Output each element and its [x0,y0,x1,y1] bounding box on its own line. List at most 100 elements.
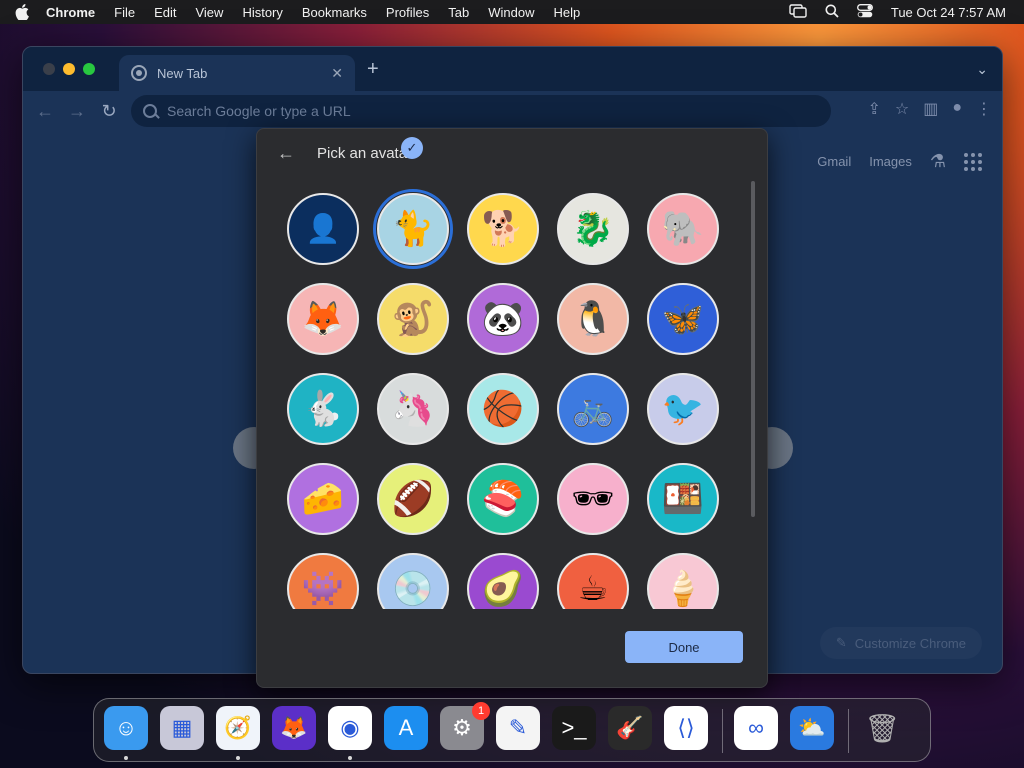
avatar-option-cappuccino[interactable]: ☕ [557,553,629,609]
avatar-option-bird[interactable]: 🐦 [647,373,719,445]
avatar-option-corgi[interactable]: 🐕 [467,193,539,265]
fox-icon: 🦊 [301,300,345,338]
ice-cream-icon: 🍦 [661,570,705,608]
bird-icon: 🐦 [661,390,705,428]
avatar-option-bicycle[interactable]: 🚲 [557,373,629,445]
avatar-grid: 👤 🐈 🐕 🐉 🐘 🦊 🐒 🐼 🐧 🦋 🐇 🦄 🏀 🚲 🐦 🧀 🏈 🍣 🕶 🍱 👾 💿 🥑 ☕ 🍦 [281,185,743,609]
window-minimize-button[interactable] [63,63,75,75]
panda-icon: 🐼 [481,300,525,338]
avatar-option-butterfly[interactable]: 🦋 [647,283,719,355]
window-close-button[interactable] [43,63,55,75]
dragon-icon: 🐉 [571,210,615,248]
penguin-icon: 🐧 [571,300,615,338]
forward-arrow-icon[interactable]: → [65,99,89,123]
avatar-option-avocado[interactable]: 🥑 [467,553,539,609]
tab-strip: New Tab ✕ + ⌄ [23,47,1002,91]
done-button[interactable]: Done [625,631,743,663]
ntp-header-links: Gmail Images ⚗ [817,151,982,172]
labs-flask-icon[interactable]: ⚗ [930,151,946,172]
omnibox[interactable]: Search Google or type a URL [131,95,831,127]
avatar-option-sunglasses[interactable]: 🕶 [557,463,629,535]
garageband-icon[interactable]: 🎸 [608,706,652,750]
bookmark-star-icon[interactable]: ☆ [895,99,909,119]
visual-studio-icon[interactable]: ∞ [734,706,778,750]
avatar-option-unicorn[interactable]: 🦄 [377,373,449,445]
weather-icon[interactable]: ⛅ [790,706,834,750]
app-store-icon[interactable]: A [384,706,428,750]
avatar-option-panda[interactable]: 🐼 [467,283,539,355]
generic-person-icon: 👤 [305,213,341,244]
more-menu-icon[interactable]: ⋮ [976,99,992,119]
avatar-option-dragon[interactable]: 🐉 [557,193,629,265]
avatar-option-monkey[interactable]: 🐒 [377,283,449,355]
running-indicator [236,756,240,760]
menu-app-name[interactable]: Chrome [46,5,95,20]
spotlight-search-icon[interactable] [825,4,839,21]
back-arrow-icon[interactable]: ← [277,143,295,164]
dock: ☺ ▦ 🧭 🦊 ◉ A ⚙ 1 ✎ >_ 🎸 ⟨⟩ ∞ ⛅ 🗑 [93,698,931,762]
menu-help[interactable]: Help [554,5,581,20]
menu-history[interactable]: History [242,5,282,20]
pencil-icon: ✎ [835,635,847,650]
rabbit-icon: 🐇 [301,390,345,428]
butterfly-icon: 🦋 [661,300,705,338]
avatar-option-sushi-roll[interactable]: 🍱 [647,463,719,535]
share-icon[interactable]: ⇪ [867,99,880,119]
control-center-icon[interactable] [856,3,873,21]
menu-profiles[interactable]: Profiles [386,5,429,20]
vscode-icon[interactable]: ⟨⟩ [664,706,708,750]
menu-tab[interactable]: Tab [448,5,469,20]
gmail-link[interactable]: Gmail [817,154,851,169]
siamese-cat-icon: 🐈 [391,210,435,248]
menu-view[interactable]: View [195,5,223,20]
firefox-icon[interactable]: 🦊 [272,706,316,750]
menu-clock[interactable]: Tue Oct 24 7:57 AM [891,5,1006,20]
tab-search-chevron-icon[interactable]: ⌄ [976,61,988,78]
google-apps-icon[interactable] [964,152,982,171]
textedit-icon[interactable]: ✎ [496,706,540,750]
launchpad-icon[interactable]: ▦ [160,706,204,750]
menu-window[interactable]: Window [488,5,534,20]
back-arrow-icon[interactable]: ← [33,99,57,123]
menu-file[interactable]: File [114,5,135,20]
new-tab-icon[interactable]: + [367,59,379,79]
profile-icon[interactable]: ● [952,99,962,119]
customize-chrome-button[interactable]: ✎ Customize Chrome [819,627,982,659]
trash-icon[interactable]: 🗑 [860,706,904,750]
avatar-option-penguin[interactable]: 🐧 [557,283,629,355]
window-zoom-button[interactable] [83,63,95,75]
avatar-option-game-device[interactable]: 👾 [287,553,359,609]
apple-icon[interactable] [12,0,32,24]
avatar-option-elephant[interactable]: 🐘 [647,193,719,265]
chrome-icon[interactable]: ◉ [328,706,372,750]
side-panel-icon[interactable]: ▥ [923,99,938,119]
vinyl-record-icon: 💿 [391,570,435,608]
dock-separator [848,709,849,753]
avatar-option-generic-person[interactable]: 👤 [287,193,359,265]
avocado-icon: 🥑 [481,570,525,608]
images-link[interactable]: Images [869,154,912,169]
avatar-option-basketball[interactable]: 🏀 [467,373,539,445]
cappuccino-icon: ☕ [577,570,609,608]
dialog-title: Pick an avatar [317,145,413,162]
terminal-icon[interactable]: >_ [552,706,596,750]
avatar-option-siamese-cat[interactable]: 🐈 [373,189,453,269]
screen-mirroring-icon[interactable] [789,3,807,21]
tab-title: New Tab [157,65,208,81]
tab-close-icon[interactable]: ✕ [331,65,343,82]
avatar-option-ice-cream[interactable]: 🍦 [647,553,719,609]
avatar-option-fox[interactable]: 🦊 [287,283,359,355]
dialog-scrollbar[interactable] [751,181,755,517]
safari-icon[interactable]: 🧭 [216,706,260,750]
unicorn-icon: 🦄 [391,390,435,428]
finder-icon[interactable]: ☺ [104,706,148,750]
avatar-option-football[interactable]: 🏈 [377,463,449,535]
menu-bookmarks[interactable]: Bookmarks [302,5,367,20]
avatar-option-rabbit[interactable]: 🐇 [287,373,359,445]
avatar-option-sushi-plate[interactable]: 🍣 [467,463,539,535]
menu-edit[interactable]: Edit [154,5,176,20]
avatar-option-cheese[interactable]: 🧀 [287,463,359,535]
reload-icon[interactable]: ↻ [97,99,121,123]
tab-new-tab[interactable]: New Tab ✕ [119,55,355,91]
avatar-option-vinyl-record[interactable]: 💿 [377,553,449,609]
